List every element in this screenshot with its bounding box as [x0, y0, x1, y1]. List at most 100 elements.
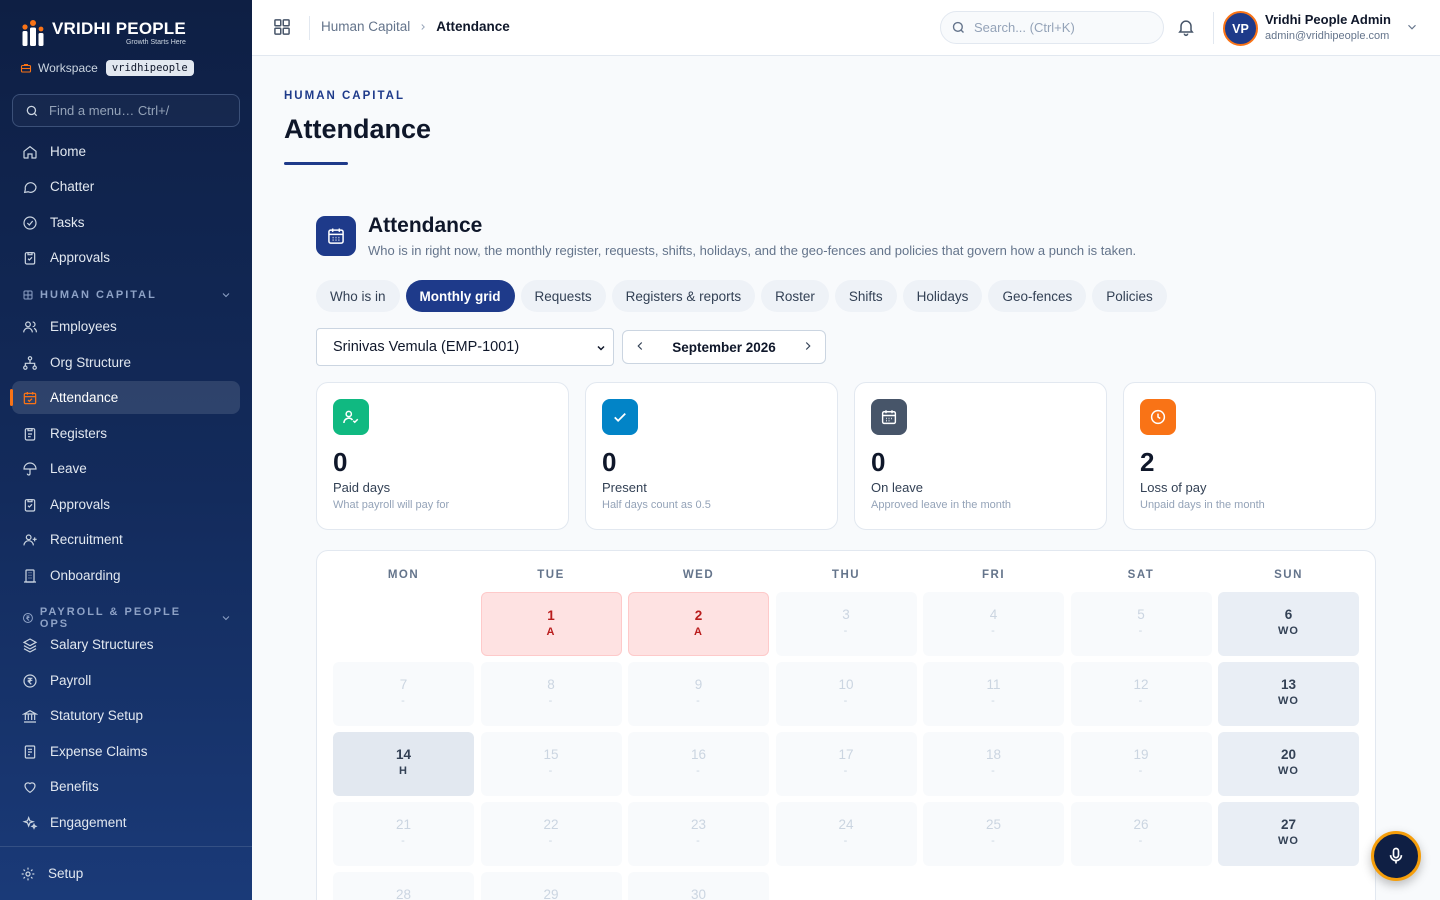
calendar-icon [871, 399, 907, 435]
calendar-day-cell[interactable]: 7- [333, 662, 474, 726]
day-status: - [991, 765, 996, 777]
sidebar-item-home[interactable]: Home [12, 135, 240, 168]
sidebar-item-onboarding[interactable]: Onboarding [12, 559, 240, 592]
day-number: 20 [1280, 747, 1297, 762]
section-human-capital[interactable]: HUMAN CAPITAL [22, 289, 232, 301]
employee-select[interactable]: Srinivas Vemula (EMP-1001) [316, 328, 614, 366]
tab-shifts[interactable]: Shifts [834, 280, 897, 312]
tab-registers-reports[interactable]: Registers & reports [611, 280, 756, 312]
calendar-day-cell[interactable]: 26 - [1070, 802, 1212, 866]
sidebar-item-approvals[interactable]: Approvals [12, 241, 240, 274]
bank-icon [22, 709, 38, 723]
sidebar-item-engagement[interactable]: Engagement [12, 806, 240, 839]
sidebar-item-label: Chatter [50, 179, 95, 194]
user-email: admin@vridhipeople.com [1265, 30, 1390, 42]
sidebar-item-benefits[interactable]: Benefits [12, 770, 240, 803]
calendar-day-cell[interactable]: 5- [1070, 592, 1212, 656]
sidebar-item-statutory-setup[interactable]: Statutory Setup [12, 699, 240, 732]
menu-search-input[interactable]: Find a menu… Ctrl+/ [12, 94, 240, 127]
stat-subtext: Unpaid days in the month [1140, 499, 1265, 511]
sidebar-item-chatter[interactable]: Chatter [12, 170, 240, 203]
day-status: - [548, 695, 554, 707]
section-payroll-people-ops[interactable]: PAYROLL & PEOPLE OPS [22, 606, 232, 630]
sidebar-item-org-structure[interactable]: Org Structure [12, 346, 240, 379]
bell-icon[interactable] [1176, 17, 1196, 42]
calendar-day-cell[interactable]: 10 - [775, 662, 917, 726]
tab-who-is-in[interactable]: Who is in [316, 280, 400, 312]
sidebar-item-setup[interactable]: Setup [10, 857, 238, 890]
global-search-placeholder: Search... (Ctrl+K) [974, 20, 1075, 35]
avatar[interactable]: VP [1223, 11, 1258, 46]
calendar-day-cell[interactable]: 8- [480, 662, 622, 726]
sidebar-item-label: Payroll [50, 673, 92, 688]
next-month-button[interactable] [801, 339, 815, 356]
sidebar-item-leave[interactable]: Leave [12, 452, 240, 485]
calendar-day-cell[interactable]: 3- [775, 592, 917, 656]
calendar-day-cell[interactable]: 9- [628, 662, 769, 726]
chevron-down-icon [222, 616, 230, 621]
calendar-day-cell[interactable]: 29- [480, 872, 622, 900]
calendar-day-cell[interactable]: 2A [628, 592, 769, 656]
tab-geo-fences[interactable]: Geo-fences [988, 280, 1087, 312]
calendar-day-cell[interactable]: 14 H [333, 732, 474, 796]
workspace-indicator[interactable]: Workspace vridhipeople [20, 60, 194, 76]
brand-tagline: Growth Starts Here [125, 39, 186, 46]
calendar-day-cell[interactable]: 21 - [333, 802, 474, 866]
calendar-day-cell[interactable]: 12 - [1070, 662, 1212, 726]
calendar-day-cell[interactable]: 17 - [775, 732, 917, 796]
stat-subtext: Half days count as 0.5 [602, 499, 711, 511]
chat-icon [23, 181, 37, 193]
app-launcher-icon[interactable] [272, 17, 292, 37]
user-name[interactable]: Vridhi People Admin [1265, 12, 1391, 27]
stat-value: 0 [602, 447, 617, 477]
calendar-day-cell[interactable]: 6 WO [1218, 592, 1359, 656]
calendar-day-cell[interactable]: 20 WO [1218, 732, 1359, 796]
weekday-header: WED [682, 569, 715, 581]
calendar-day-cell[interactable]: 22 - [480, 802, 622, 866]
calendar-day-cell[interactable]: 25 - [923, 802, 1064, 866]
calendar-day-cell[interactable]: 15 - [480, 732, 622, 796]
calendar-day-cell[interactable]: 19 - [1070, 732, 1212, 796]
sidebar-item-expense-claims[interactable]: Expense Claims [12, 735, 240, 768]
sidebar-item-label: Recruitment [50, 532, 123, 547]
sidebar-item-tasks[interactable]: Tasks [12, 206, 240, 239]
brand[interactable]: VRIDHI PEOPLE Growth Starts Here [20, 18, 186, 48]
sidebar-item-salary-structures[interactable]: Salary Structures [12, 628, 240, 661]
voice-assistant-button[interactable] [1371, 831, 1421, 881]
sidebar-item-registers[interactable]: Registers [12, 417, 240, 450]
heart-icon [24, 781, 36, 793]
calendar-day-cell[interactable]: 27 WO [1218, 802, 1359, 866]
calendar-day-cell[interactable]: 11 - [923, 662, 1064, 726]
previous-month-button[interactable] [633, 339, 647, 356]
sidebar-item-payroll[interactable]: Payroll [12, 664, 240, 697]
calendar-day-cell[interactable]: 18 - [923, 732, 1064, 796]
tab-roster[interactable]: Roster [761, 280, 829, 312]
stat-card-on-leave: 0 On leave Approved leave in the month [854, 382, 1107, 530]
calendar-day-cell[interactable]: 30- [628, 872, 769, 900]
calendar-day-cell[interactable]: 28- [333, 872, 474, 900]
calendar-day-cell[interactable]: 24 - [775, 802, 917, 866]
calendar-day-cell[interactable]: 13 WO [1218, 662, 1359, 726]
day-number: 15 [543, 747, 559, 762]
building-icon [24, 568, 36, 583]
sidebar-item-label: Employees [50, 319, 117, 334]
tab-policies[interactable]: Policies [1092, 280, 1167, 312]
tab-requests[interactable]: Requests [520, 280, 606, 312]
tab-holidays[interactable]: Holidays [902, 280, 983, 312]
weekday-header: SUN [1274, 569, 1303, 581]
breadcrumb-human-capital[interactable]: Human Capital [321, 19, 410, 34]
calendar-day-cell[interactable]: 4- [923, 592, 1064, 656]
sidebar-item-approvals-hc[interactable]: Approvals [12, 488, 240, 521]
tab-monthly-grid[interactable]: Monthly grid [405, 280, 515, 312]
sidebar-item-employees[interactable]: Employees [12, 310, 240, 343]
global-search-input[interactable]: Search... (Ctrl+K) [940, 11, 1164, 44]
sidebar-item-attendance[interactable]: Attendance [10, 381, 240, 414]
stat-label: On leave [871, 480, 924, 495]
sidebar-item-recruitment[interactable]: Recruitment [12, 523, 240, 556]
chevron-down-icon[interactable] [1405, 20, 1419, 39]
calendar-day-cell[interactable]: 1A [480, 592, 622, 656]
sidebar: VRIDHI PEOPLE Growth Starts Here Workspa… [0, 0, 252, 900]
calendar-day-cell[interactable]: 16 - [628, 732, 769, 796]
calendar-day-cell[interactable]: 23 - [628, 802, 769, 866]
sidebar-item-label: Approvals [50, 497, 111, 512]
